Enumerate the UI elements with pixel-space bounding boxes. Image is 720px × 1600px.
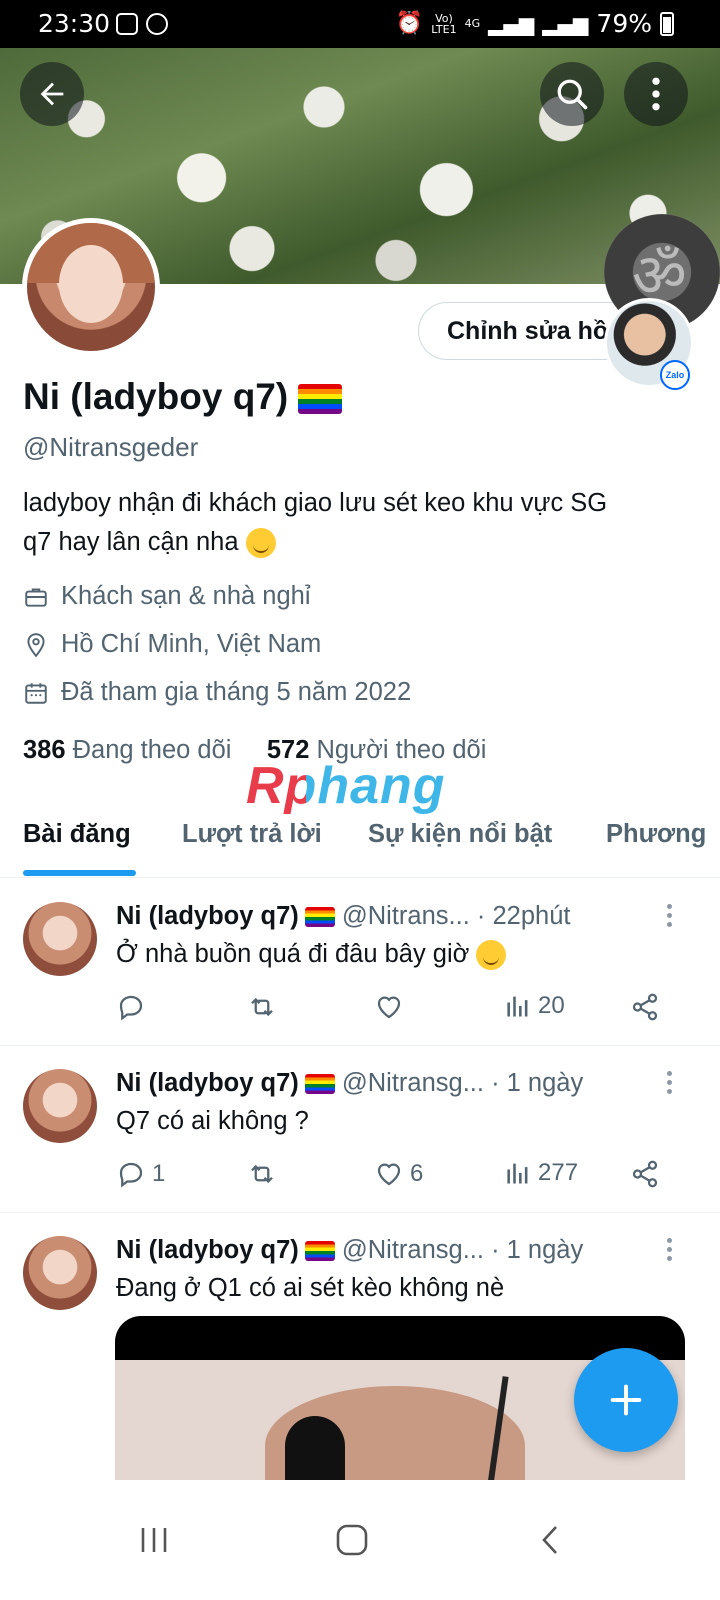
avatar-face xyxy=(59,245,123,323)
screen-record-icon xyxy=(116,13,138,35)
profile-category: Khách sạn & nhà nghỉ xyxy=(23,582,311,611)
rainbow-flag-icon xyxy=(304,1074,335,1095)
tab-highlights[interactable]: Sự kiện nổi bật xyxy=(368,820,552,849)
status-right: ⏰ Vo) LTE1 4G ▂▄▆ ▂▄▆ 79% xyxy=(396,9,674,38)
post-avatar[interactable] xyxy=(23,902,97,976)
share-icon xyxy=(632,993,658,1021)
post-header: Ni (ladyboy q7) @Nitrans... · 22phút xyxy=(116,902,571,930)
system-nav-bar xyxy=(0,1480,720,1600)
recent-apps-icon xyxy=(141,1528,167,1552)
search-icon xyxy=(557,79,588,110)
views-chart-icon xyxy=(507,1163,528,1184)
tab-media[interactable]: Phương xyxy=(606,820,706,849)
yum-emoji-icon xyxy=(245,528,276,559)
reply-icon xyxy=(119,1162,143,1188)
network-label: Vo) LTE1 xyxy=(431,11,457,36)
reply-button[interactable] xyxy=(116,992,152,1022)
tab-replies[interactable]: Lượt trả lời xyxy=(182,820,322,849)
battery-level: 79% xyxy=(596,9,652,38)
post-header: Ni (ladyboy q7) @Nitransg... · 1 ngày xyxy=(116,1236,584,1264)
location-pin-icon xyxy=(27,632,45,657)
briefcase-icon xyxy=(25,587,47,607)
post-actions: 1 6 277 xyxy=(116,1159,676,1199)
views-button[interactable]: 277 xyxy=(504,1159,578,1187)
repost-icon xyxy=(251,997,273,1017)
arrow-left-icon xyxy=(40,82,64,106)
media-detail xyxy=(285,1416,345,1480)
repost-icon xyxy=(251,1164,273,1184)
tab-posts[interactable]: Bài đăng xyxy=(23,820,131,849)
profile-bio: ladyboy nhận đi khách giao lưu sét keo k… xyxy=(23,484,683,562)
reply-icon xyxy=(119,995,143,1021)
share-button[interactable] xyxy=(630,992,660,1022)
signal-icon-2: ▂▄▆ xyxy=(542,11,589,36)
post-text: Ở nhà buồn quá đi đâu bây giờ xyxy=(116,940,507,971)
post-more-button[interactable] xyxy=(664,1071,674,1101)
post-item[interactable]: Ni (ladyboy q7) @Nitransg... · 1 ngày Q7… xyxy=(0,1047,720,1213)
profile-tabs: Bài đăng Lượt trả lời Sự kiện nổi bật Ph… xyxy=(0,798,720,878)
home-icon xyxy=(336,1524,368,1556)
rainbow-flag-icon xyxy=(298,384,343,415)
back-nav-button[interactable] xyxy=(520,1510,580,1570)
status-time: 23:30 xyxy=(38,9,111,38)
views-button[interactable]: 20 xyxy=(504,992,565,1020)
reply-button[interactable]: 1 xyxy=(116,1159,165,1189)
profile-name: Ni (ladyboy q7) xyxy=(23,376,343,418)
share-icon xyxy=(632,1160,658,1188)
post-avatar[interactable] xyxy=(23,1069,97,1143)
rainbow-flag-icon xyxy=(304,1241,335,1262)
thinking-emoji-icon xyxy=(476,940,507,971)
back-button[interactable] xyxy=(20,62,84,126)
share-button[interactable] xyxy=(630,1159,660,1189)
profile-handle: @Nitransgeder xyxy=(23,432,199,462)
network-type: 4G xyxy=(464,17,481,30)
post-actions: 20 xyxy=(116,992,676,1032)
calendar-icon xyxy=(25,682,47,704)
repost-button[interactable] xyxy=(246,1159,278,1189)
status-bar: 23:30 ⏰ Vo) LTE1 4G ▂▄▆ ▂▄▆ 79% xyxy=(0,0,720,48)
post-text: Q7 có ai không ? xyxy=(116,1107,309,1135)
messenger-icon xyxy=(146,13,168,35)
post-avatar[interactable] xyxy=(23,1236,97,1310)
heart-icon xyxy=(377,1163,401,1186)
profile-joined: Đã tham gia tháng 5 năm 2022 xyxy=(23,678,411,707)
compose-button[interactable] xyxy=(574,1348,678,1452)
search-button[interactable] xyxy=(540,62,604,126)
profile-location: Hồ Chí Minh, Việt Nam xyxy=(23,630,321,659)
battery-icon xyxy=(660,11,674,36)
post-item[interactable]: Ni (ladyboy q7) @Nitrans... · 22phút Ở n… xyxy=(0,880,720,1046)
alarm-icon: ⏰ xyxy=(395,11,424,36)
repost-button[interactable] xyxy=(246,992,278,1022)
post-more-button[interactable] xyxy=(664,904,674,934)
heart-icon xyxy=(377,996,401,1019)
plus-icon xyxy=(610,1384,642,1416)
like-button[interactable] xyxy=(374,992,404,1022)
tab-indicator xyxy=(23,870,136,876)
zalo-badge: Zalo xyxy=(660,360,690,390)
more-options-button[interactable] xyxy=(624,62,688,126)
views-chart-icon xyxy=(507,996,528,1017)
following-link[interactable]: 386 Đang theo dõi xyxy=(23,736,231,764)
recent-apps-button[interactable] xyxy=(124,1510,184,1570)
like-button[interactable]: 6 xyxy=(374,1159,423,1189)
profile-avatar[interactable] xyxy=(22,218,160,356)
rainbow-flag-icon xyxy=(304,907,335,928)
signal-icon: ▂▄▆ xyxy=(488,11,535,36)
chevron-left-icon xyxy=(542,1526,557,1554)
more-vertical-icon xyxy=(652,77,660,111)
post-header: Ni (ladyboy q7) @Nitransg... · 1 ngày xyxy=(116,1069,584,1097)
post-more-button[interactable] xyxy=(664,1238,674,1268)
post-text: Đang ở Q1 có ai sét kèo không nè xyxy=(116,1274,505,1302)
home-button[interactable] xyxy=(322,1510,382,1570)
